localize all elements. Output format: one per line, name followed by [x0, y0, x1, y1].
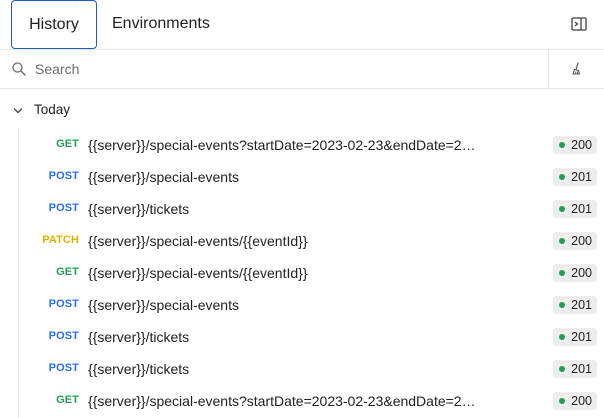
status-badge: 200: [553, 392, 597, 410]
broom-icon[interactable]: [569, 61, 585, 77]
status-badge: 201: [553, 168, 597, 186]
request-method: PATCH: [42, 234, 79, 246]
history-row[interactable]: POST {{server}}/tickets 201: [19, 321, 604, 353]
request-method: POST: [48, 362, 79, 374]
history-row[interactable]: POST {{server}}/tickets 201: [19, 353, 604, 385]
status-dot-icon: [559, 398, 566, 404]
history-row[interactable]: POST {{server}}/special-events 201: [19, 289, 604, 321]
request-url: {{server}}/tickets: [88, 329, 190, 345]
request-url: {{server}}/special-events?startDate=2023…: [88, 137, 483, 153]
status-dot-icon: [559, 270, 566, 276]
request-method: POST: [48, 202, 79, 214]
status-badge: 200: [553, 136, 597, 154]
status-badge: 201: [553, 200, 597, 218]
status-code: 201: [571, 330, 592, 344]
status-dot-icon: [559, 238, 566, 244]
status-badge: 200: [553, 232, 597, 250]
status-dot-icon: [559, 366, 566, 372]
status-code: 201: [571, 298, 592, 312]
status-badge: 201: [553, 360, 597, 378]
status-code: 200: [571, 266, 592, 280]
history-row[interactable]: PATCH {{server}}/special-events/{{eventId…: [19, 225, 604, 257]
request-url: {{server}}/special-events/{{eventId}}: [88, 265, 308, 281]
status-code: 201: [571, 362, 592, 376]
chevron-down-icon[interactable]: [12, 104, 24, 116]
search-input[interactable]: [35, 57, 535, 81]
search-icon: [11, 61, 27, 77]
status-badge: 200: [553, 264, 597, 282]
status-dot-icon: [559, 334, 566, 340]
request-method: POST: [48, 330, 79, 342]
tab-history[interactable]: History: [11, 0, 97, 49]
history-row[interactable]: GET {{server}}/special-events/{{eventId}}…: [19, 257, 604, 289]
status-badge: 201: [553, 328, 597, 346]
history-row[interactable]: POST {{server}}/tickets 201: [19, 193, 604, 225]
tab-environments[interactable]: Environments: [112, 0, 210, 49]
request-url: {{server}}/special-events/{{eventId}}: [88, 233, 308, 249]
sidebar-toggle-icon[interactable]: [570, 15, 588, 33]
request-url: {{server}}/special-events: [88, 169, 239, 185]
status-dot-icon: [559, 302, 566, 308]
status-badge: 201: [553, 296, 597, 314]
request-method: GET: [56, 266, 79, 278]
tab-bar: History Environments: [0, 0, 604, 50]
status-dot-icon: [559, 174, 566, 180]
status-code: 200: [571, 234, 592, 248]
status-dot-icon: [559, 206, 566, 212]
search-bar: [0, 50, 604, 89]
status-code: 201: [571, 170, 592, 184]
history-row[interactable]: POST {{server}}/special-events 201: [19, 161, 604, 193]
history-row[interactable]: GET {{server}}/special-events?startDate=2…: [19, 385, 604, 417]
status-dot-icon: [559, 142, 566, 148]
status-code: 200: [571, 394, 592, 408]
history-row[interactable]: GET {{server}}/special-events?startDate=2…: [19, 129, 604, 161]
status-code: 200: [571, 138, 592, 152]
history-group-today[interactable]: Today: [0, 96, 604, 124]
request-method: GET: [56, 138, 79, 150]
group-label: Today: [34, 102, 71, 117]
request-method: POST: [48, 170, 79, 182]
request-url: {{server}}/tickets: [88, 201, 190, 217]
request-method: GET: [56, 394, 79, 406]
status-code: 201: [571, 202, 592, 216]
history-list: GET {{server}}/special-events?startDate=2…: [19, 129, 604, 417]
request-url: {{server}}/tickets: [88, 361, 190, 377]
request-method: POST: [48, 298, 79, 310]
request-url: {{server}}/special-events: [88, 297, 239, 313]
request-url: {{server}}/special-events?startDate=2023…: [88, 393, 483, 409]
search-divider: [548, 50, 549, 89]
